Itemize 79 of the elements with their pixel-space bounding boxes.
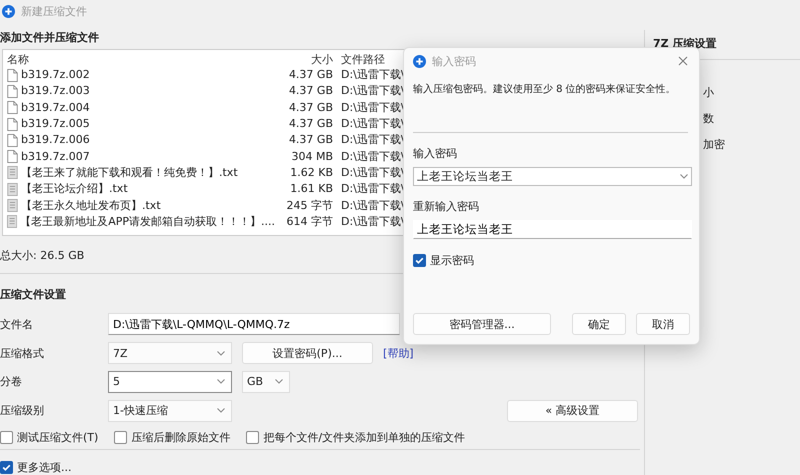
file-size: 4.37 GB: [288, 100, 333, 116]
file-name: b319.7z.003: [21, 83, 90, 100]
set-password-button[interactable]: 设置密码(P)...: [242, 342, 373, 364]
file-icon: [7, 101, 18, 114]
file-size: 304 MB: [290, 148, 333, 165]
chevron-icon: [217, 379, 225, 384]
file-name: 【老王来了就能下载和观看！纯免费！】.txt: [21, 164, 238, 181]
file-size: 245 字节: [286, 198, 333, 214]
window-title: 新建压缩文件: [21, 4, 87, 18]
app-icon: [413, 54, 426, 68]
checkbox[interactable]: [0, 430, 13, 444]
field-label: 压缩格式: [0, 346, 45, 361]
checkbox-label: 压缩后删除原始文件: [131, 430, 230, 445]
section-title: 添加文件并压缩文件: [0, 30, 100, 46]
file-size: 614 字节: [286, 214, 333, 230]
file-size: 1.62 KB: [289, 164, 333, 181]
checkbox-label: 把每个文件/文件夹添加到单独的压缩文件: [263, 430, 466, 445]
checkbox[interactable]: [413, 254, 426, 267]
password-manager-button[interactable]: 密码管理器...: [413, 313, 551, 335]
section-title: 压缩文件设置: [0, 286, 67, 303]
cancel-button[interactable]: 取消: [636, 313, 690, 335]
close-icon[interactable]: [678, 56, 688, 66]
ok-button[interactable]: 确定: [572, 313, 626, 335]
chevron-icon: [217, 350, 225, 356]
field-label: 输入密码: [413, 146, 458, 162]
chevron-icon: [275, 379, 283, 384]
text-file-icon: [7, 215, 18, 228]
dialog-title: 输入密码: [432, 54, 476, 68]
column-header[interactable]: 文件路径: [341, 52, 385, 68]
checkbox-label: 测试压缩文件(T): [17, 430, 98, 445]
file-size: 4.37 GB: [288, 67, 333, 84]
setting-label: 小: [703, 85, 714, 101]
field-label: 压缩级别: [0, 403, 45, 418]
file-name: b319.7z.005: [21, 116, 90, 132]
dialog-message: 输入压缩包密码。建议使用至少 8 位的密码来保证安全性。: [413, 82, 677, 97]
column-header[interactable]: 大小: [275, 52, 333, 68]
chevron-icon: [217, 408, 225, 414]
checkbox[interactable]: [114, 430, 128, 444]
file-name: 【老王最新地址及APP请发邮箱自动获取！！！】....: [20, 214, 275, 230]
file-name: b319.7z.004: [21, 100, 90, 116]
setting-label: 加密: [703, 137, 725, 153]
checkbox[interactable]: [0, 461, 13, 474]
file-name: b319.7z.007: [21, 148, 90, 165]
file-name: 【老王永久地址发布页】.txt: [21, 198, 161, 214]
checkbox-label: 显示密码: [430, 253, 474, 268]
advanced-button[interactable]: « 高级设置: [507, 400, 638, 422]
file-icon: [7, 84, 18, 98]
text-file-icon: [7, 199, 18, 212]
checkbox[interactable]: [246, 430, 260, 444]
field-label: 重新输入密码: [413, 199, 480, 215]
password-combobox[interactable]: 上老王论坛当老王: [413, 167, 692, 186]
field-label: 文件名: [0, 316, 34, 332]
file-icon: [7, 150, 18, 164]
text-file-icon: [7, 166, 18, 180]
file-icon: [7, 134, 18, 147]
file-size: 1.61 KB: [289, 181, 333, 198]
text-file-icon: [7, 182, 18, 196]
file-size: 4.37 GB: [288, 132, 333, 148]
unit-dropdown[interactable]: GB: [242, 370, 290, 393]
chevron-icon: [680, 174, 688, 179]
level-dropdown[interactable]: 1-快速压缩: [108, 400, 232, 422]
checkbox-label: 更多选项...: [17, 460, 72, 475]
file-icon: [7, 68, 18, 82]
filename-field[interactable]: D:\迅雷下载\L-QMMQ\L-QMMQ.7z: [108, 313, 400, 336]
file-name: b319.7z.002: [21, 67, 90, 84]
repeat-password-field[interactable]: 上老王论坛当老王: [413, 220, 692, 239]
file-icon: [7, 118, 18, 131]
total-size: 总大小: 26.5 GB: [0, 248, 84, 264]
app-icon: [2, 4, 15, 18]
help-link[interactable]: [帮助]: [383, 346, 414, 361]
field-label: 分卷: [0, 374, 23, 390]
file-name: b319.7z.006: [21, 132, 90, 148]
file-name: 【老王论坛介绍】.txt: [21, 181, 128, 198]
file-size: 4.37 GB: [288, 83, 333, 100]
format-dropdown[interactable]: 7Z: [108, 342, 232, 364]
column-header[interactable]: 名称: [3, 52, 275, 68]
setting-label: 数: [703, 111, 714, 127]
file-size: 4.37 GB: [288, 116, 333, 132]
volume-dropdown[interactable]: 5: [108, 370, 232, 393]
